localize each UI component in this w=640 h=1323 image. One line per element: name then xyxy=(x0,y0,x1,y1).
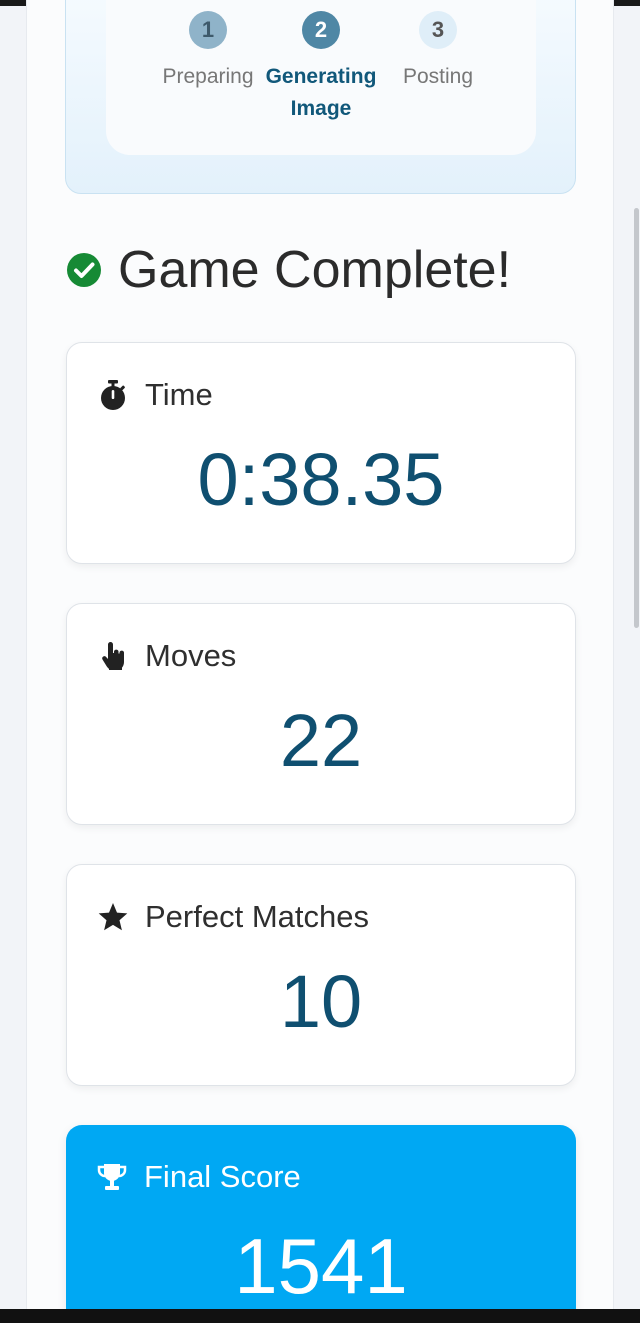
step-label: Posting xyxy=(402,65,474,88)
stat-header: Perfect Matches xyxy=(97,897,369,937)
heading-text: Game Complete! xyxy=(118,241,512,299)
step-number: 2 xyxy=(302,11,340,49)
step-label-line: Image xyxy=(290,97,352,120)
stat-label: Perfect Matches xyxy=(145,899,369,934)
step-number: 3 xyxy=(419,11,457,49)
navigation-bar xyxy=(0,1309,640,1323)
final-score-value: 1541 xyxy=(234,1222,408,1310)
stopwatch-icon xyxy=(101,380,125,410)
moves-value: 22 xyxy=(279,699,363,782)
final-score-card: Final Score 1541 xyxy=(66,1125,576,1323)
stat-label: Final Score xyxy=(144,1159,301,1194)
trophy-icon xyxy=(97,1164,127,1190)
time-value: 0:38.35 xyxy=(197,438,445,521)
stat-label: Moves xyxy=(145,638,237,673)
pointer-hand-icon xyxy=(102,642,124,670)
progress-panel: 1 Preparing 2 Generating Image 3 Posting xyxy=(65,0,576,194)
step-label-line: Generating xyxy=(265,65,377,88)
check-circle-icon xyxy=(67,253,101,287)
step-label: Generating Image xyxy=(261,61,381,125)
perfect-matches-card: Perfect Matches 10 xyxy=(66,864,576,1086)
step-label: Preparing xyxy=(162,65,254,88)
stat-header: Moves xyxy=(97,636,236,676)
perfect-matches-value: 10 xyxy=(279,960,363,1043)
step-number: 1 xyxy=(189,11,227,49)
step-generating-image: 2 Generating Image xyxy=(261,11,381,125)
stat-header: Time xyxy=(97,375,213,415)
time-card: Time 0:38.35 xyxy=(66,342,576,564)
stat-header: Final Score xyxy=(96,1157,301,1197)
page-title: Game Complete! xyxy=(66,238,511,302)
step-preparing: 1 Preparing xyxy=(148,11,268,93)
star-icon xyxy=(98,903,128,931)
stat-label: Time xyxy=(145,377,213,412)
scrollbar[interactable] xyxy=(634,208,639,628)
step-posting: 3 Posting xyxy=(378,11,498,93)
progress-steps: 1 Preparing 2 Generating Image 3 Posting xyxy=(106,0,536,155)
moves-card: Moves 22 xyxy=(66,603,576,825)
